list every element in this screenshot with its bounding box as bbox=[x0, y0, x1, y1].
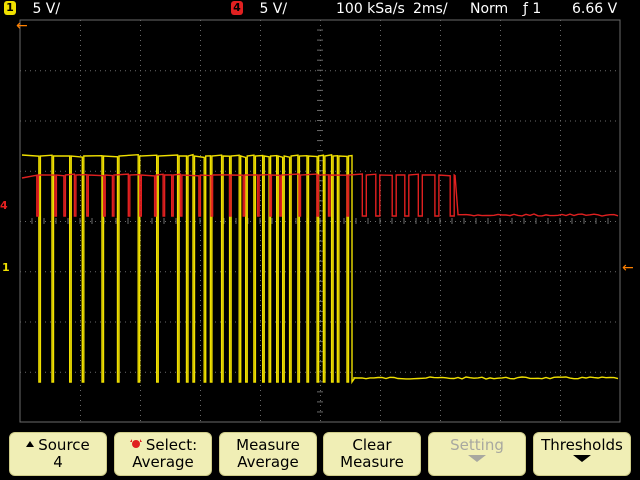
ch4-ground-marker: 4 bbox=[0, 199, 8, 212]
ch4-scale: 5 V/ bbox=[259, 1, 288, 17]
trigger-level: 6.66 V bbox=[572, 1, 618, 17]
ch1-ground-marker: 1 bbox=[2, 261, 10, 274]
ch1-indicator[interactable]: 1 5 V/ bbox=[4, 0, 60, 18]
trigger-slope-icon: ƒ 1 bbox=[523, 1, 542, 17]
ch1-badge: 1 bbox=[4, 1, 16, 15]
trigger-position-icon: ← bbox=[16, 18, 28, 34]
ch1-scale: 5 V/ bbox=[32, 1, 61, 17]
softkey-bar: Source 4 Select: Average Measure Average… bbox=[0, 425, 640, 480]
knob-icon bbox=[129, 439, 142, 448]
timebase: 2ms/ bbox=[413, 1, 448, 17]
waveform-display[interactable]: ← 4 1 ← bbox=[0, 18, 640, 425]
arrow-down-icon bbox=[573, 455, 591, 462]
clear-measure-softkey[interactable]: Clear Measure bbox=[323, 432, 421, 476]
select-softkey[interactable]: Select: Average bbox=[114, 432, 212, 476]
setting-softkey[interactable]: Setting bbox=[428, 432, 526, 476]
trigger-mode: Norm bbox=[470, 1, 509, 17]
measure-average-softkey[interactable]: Measure Average bbox=[219, 432, 317, 476]
source-softkey[interactable]: Source 4 bbox=[9, 432, 107, 476]
sample-rate: 100 kSa/s bbox=[336, 1, 405, 17]
thresholds-softkey[interactable]: Thresholds bbox=[533, 432, 631, 476]
ch4-indicator[interactable]: 4 5 V/ bbox=[231, 0, 287, 18]
trigger-level-icon: ← bbox=[622, 260, 634, 276]
ch4-badge: 4 bbox=[231, 1, 243, 15]
arrow-down-icon bbox=[468, 455, 486, 462]
arrow-up-icon bbox=[26, 441, 35, 447]
markers-layer: ← 4 1 ← bbox=[0, 18, 634, 276]
status-bar: 1 5 V/ 4 5 V/ 100 kSa/s 2ms/ Norm ƒ 1 6.… bbox=[0, 0, 640, 18]
